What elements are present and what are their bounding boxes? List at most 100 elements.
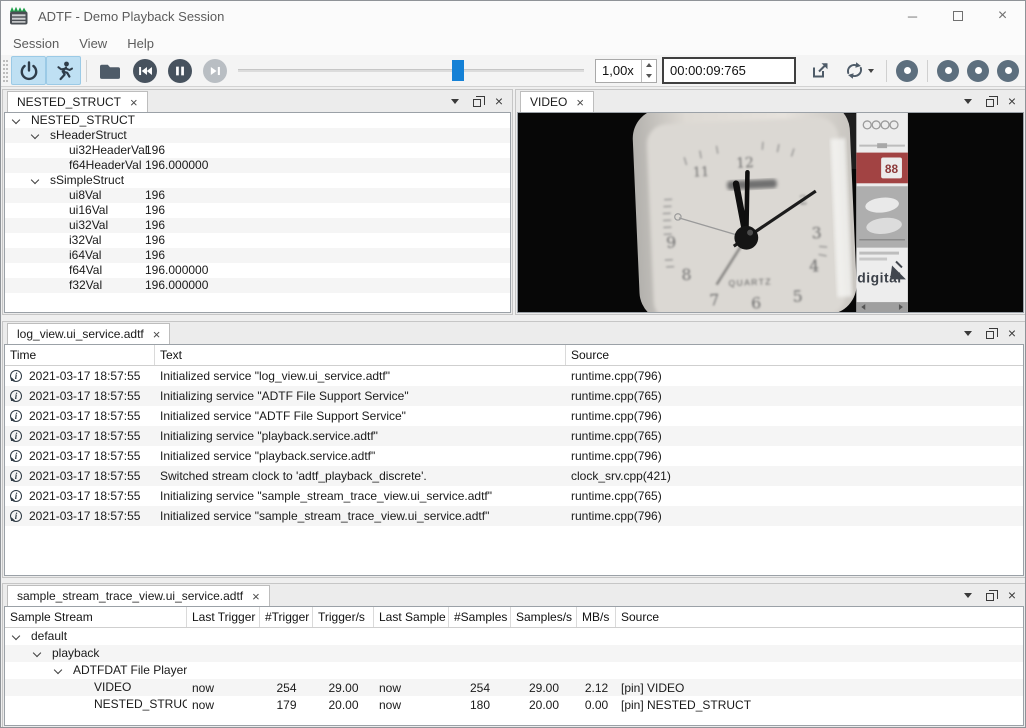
tree-row[interactable]: ui8Val196 [5, 188, 510, 203]
panel-close-icon[interactable]: × [495, 94, 503, 108]
tab-log-view[interactable]: log_view.ui_service.adtf × [7, 323, 170, 344]
panel-menu-icon[interactable] [451, 99, 459, 104]
speed-increase-button[interactable] [642, 60, 656, 71]
log-source-cell: runtime.cpp(796) [566, 369, 1023, 383]
trace-row[interactable]: ADTFDAT File Player [5, 662, 1023, 679]
chevron-down-icon[interactable] [12, 632, 20, 640]
minimize-button[interactable]: ─ [890, 1, 935, 31]
tree-row[interactable]: f32Val196.000000 [5, 278, 510, 293]
column-header[interactable]: #Samples [449, 607, 511, 627]
tree-row[interactable]: i64Val196 [5, 248, 510, 263]
chevron-down-icon[interactable] [33, 649, 41, 657]
slider-track[interactable] [238, 69, 584, 72]
trace-tabbar: sample_stream_trace_view.ui_service.adtf… [3, 584, 1025, 606]
panel-close-icon[interactable]: × [1008, 326, 1016, 340]
column-header[interactable]: Last Sample [374, 607, 449, 627]
stream-name-cell: VIDEO [5, 679, 187, 696]
tree-row[interactable]: ui32HeaderVal196 [5, 143, 510, 158]
trace-row[interactable]: NESTED_STRUCTnow17920.00now18020.000.00[… [5, 696, 1023, 713]
tab-nested-struct[interactable]: NESTED_STRUCT × [7, 91, 148, 112]
column-header[interactable]: Last Trigger [187, 607, 260, 627]
detach-view-button[interactable] [803, 57, 837, 85]
maximize-button[interactable] [935, 1, 980, 31]
tree-row[interactable]: sSimpleStruct [5, 173, 510, 188]
panel-float-icon[interactable] [986, 593, 994, 601]
column-header[interactable]: Source [566, 345, 1023, 365]
tree-row[interactable]: f64HeaderVal196.000000 [5, 158, 510, 173]
tab-trace-view[interactable]: sample_stream_trace_view.ui_service.adtf… [7, 585, 270, 606]
chevron-down-icon[interactable] [12, 116, 20, 124]
tab-close-icon[interactable]: × [576, 96, 584, 109]
panel-menu-icon[interactable] [964, 331, 972, 336]
tab-close-icon[interactable]: × [130, 96, 138, 109]
log-text-cell: Switched stream clock to 'adtf_playback_… [155, 469, 566, 483]
slider-handle[interactable] [452, 60, 464, 81]
trace-row[interactable]: default [5, 628, 1023, 645]
close-button[interactable]: × [980, 1, 1025, 31]
log-row[interactable]: i2021-03-17 18:57:55Initializing service… [5, 426, 1023, 446]
column-header[interactable]: Trigger/s [313, 607, 374, 627]
column-header[interactable]: Sample Stream [5, 607, 187, 627]
log-row[interactable]: i2021-03-17 18:57:55Initialized service … [5, 406, 1023, 426]
toolbar-drag-handle[interactable] [3, 60, 8, 82]
time-position-field[interactable] [662, 57, 796, 84]
record-button-2[interactable] [937, 60, 959, 82]
run-session-button[interactable] [46, 56, 81, 85]
chevron-down-icon[interactable] [31, 131, 39, 139]
record-button-4[interactable] [997, 60, 1019, 82]
chevron-down-icon[interactable] [31, 176, 39, 184]
panel-float-icon[interactable] [986, 99, 994, 107]
speed-spinbox[interactable]: 1,00x [595, 59, 657, 83]
log-row[interactable]: i2021-03-17 18:57:55Switched stream cloc… [5, 466, 1023, 486]
panel-float-icon[interactable] [473, 99, 481, 107]
tree-row[interactable]: ui16Val196 [5, 203, 510, 218]
log-row[interactable]: i2021-03-17 18:57:55Initialized service … [5, 506, 1023, 526]
column-header[interactable]: Time [5, 345, 155, 365]
column-header[interactable]: #Trigger [260, 607, 313, 627]
menu-item-session[interactable]: Session [3, 36, 69, 51]
panel-close-icon[interactable]: × [1008, 588, 1016, 602]
trace-cell: 180 [449, 698, 511, 712]
tab-close-icon[interactable]: × [153, 328, 161, 341]
playback-position-slider[interactable] [238, 56, 584, 85]
title-bar: ADTF - Demo Playback Session ─ × [1, 1, 1025, 31]
log-row[interactable]: i2021-03-17 18:57:55Initializing service… [5, 386, 1023, 406]
panel-menu-icon[interactable] [964, 593, 972, 598]
tree-row[interactable]: f64Val196.000000 [5, 263, 510, 278]
menu-item-help[interactable]: Help [117, 36, 164, 51]
panel-close-icon[interactable]: × [1008, 94, 1016, 108]
tree-row[interactable]: sHeaderStruct [5, 128, 510, 143]
column-header[interactable]: MB/s [577, 607, 616, 627]
tree-row[interactable]: NESTED_STRUCT [5, 113, 510, 128]
step-forward-button[interactable] [197, 56, 232, 85]
stream-name-cell: playback [5, 645, 187, 662]
chevron-down-icon[interactable] [54, 666, 62, 674]
tree-row[interactable]: ui32Val196 [5, 218, 510, 233]
trace-row[interactable]: playback [5, 645, 1023, 662]
tree-row[interactable]: i32Val196 [5, 233, 510, 248]
speed-decrease-button[interactable] [642, 71, 656, 82]
jump-to-start-button[interactable] [127, 56, 162, 85]
init-session-button[interactable] [11, 56, 46, 85]
adtf-app-icon[interactable] [9, 6, 29, 26]
tree-item-name: sHeaderStruct [50, 128, 127, 143]
column-header[interactable]: Text [155, 345, 566, 365]
loop-mode-button[interactable] [837, 57, 881, 85]
panel-float-icon[interactable] [986, 331, 994, 339]
open-file-button[interactable] [92, 56, 127, 85]
record-button-3[interactable] [967, 60, 989, 82]
tab-video[interactable]: VIDEO × [520, 91, 594, 112]
tab-close-icon[interactable]: × [252, 590, 260, 603]
folder-icon [98, 61, 122, 81]
log-row[interactable]: i2021-03-17 18:57:55Initializing service… [5, 486, 1023, 506]
column-header[interactable]: Source [616, 607, 1023, 627]
trace-cell: 0.00 [577, 698, 616, 712]
menu-item-view[interactable]: View [69, 36, 117, 51]
log-row[interactable]: i2021-03-17 18:57:55Initialized service … [5, 446, 1023, 466]
trace-row[interactable]: VIDEOnow25429.00now25429.002.12[pin] VID… [5, 679, 1023, 696]
panel-menu-icon[interactable] [964, 99, 972, 104]
log-row[interactable]: i2021-03-17 18:57:55Initialized service … [5, 366, 1023, 386]
pause-button[interactable] [162, 56, 197, 85]
record-button-1[interactable] [896, 60, 918, 82]
column-header[interactable]: Samples/s [511, 607, 577, 627]
